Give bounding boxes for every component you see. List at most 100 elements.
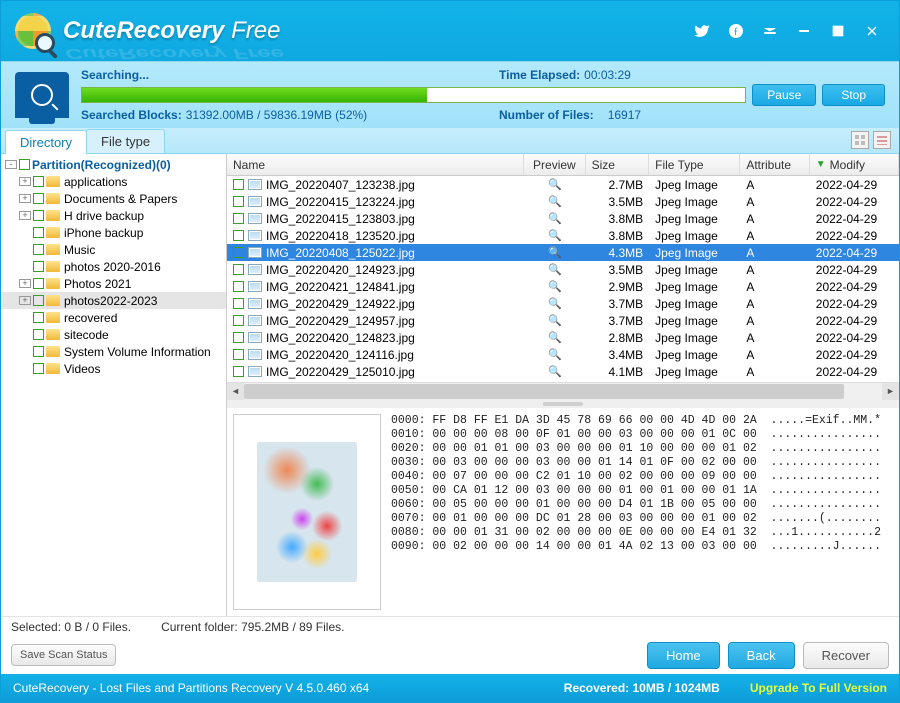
twitter-icon[interactable] xyxy=(685,14,719,48)
tree-item[interactable]: Videos xyxy=(1,360,226,377)
col-size[interactable]: Size xyxy=(586,154,649,175)
preview-icon[interactable]: 🔍 xyxy=(548,178,562,191)
tree-item[interactable]: recovered xyxy=(1,309,226,326)
collapse-icon[interactable] xyxy=(19,364,31,373)
file-checkbox[interactable] xyxy=(233,298,244,309)
file-checkbox[interactable] xyxy=(233,349,244,360)
collapse-icon[interactable] xyxy=(19,347,31,356)
preview-icon[interactable]: 🔍 xyxy=(548,331,562,344)
expand-icon[interactable]: + xyxy=(19,211,31,220)
tree-item[interactable]: +Photos 2021 xyxy=(1,275,226,292)
tab-file-type[interactable]: File type xyxy=(86,129,165,153)
tree-item[interactable]: +Documents & Papers xyxy=(1,190,226,207)
file-row[interactable]: IMG_20220415_123224.jpg🔍3.5MBJpeg ImageA… xyxy=(227,193,899,210)
tree-checkbox[interactable] xyxy=(33,329,44,340)
file-checkbox[interactable] xyxy=(233,179,244,190)
view-list-icon[interactable] xyxy=(873,131,891,149)
tree-item[interactable]: +photos2022-2023 xyxy=(1,292,226,309)
file-list-body[interactable]: IMG_20220407_123238.jpg🔍2.7MBJpeg ImageA… xyxy=(227,176,899,382)
file-checkbox[interactable] xyxy=(233,230,244,241)
file-checkbox[interactable] xyxy=(233,366,244,377)
file-checkbox[interactable] xyxy=(233,247,244,258)
col-file-type[interactable]: File Type xyxy=(649,154,740,175)
tree-checkbox[interactable] xyxy=(33,312,44,323)
tree-checkbox[interactable] xyxy=(33,176,44,187)
splitter-handle[interactable] xyxy=(227,400,899,408)
dropdown-icon[interactable] xyxy=(753,14,787,48)
col-attribute[interactable]: Attribute xyxy=(740,154,809,175)
close-icon[interactable] xyxy=(855,14,889,48)
preview-icon[interactable]: 🔍 xyxy=(548,229,562,242)
preview-icon[interactable]: 🔍 xyxy=(548,314,562,327)
tree-checkbox[interactable] xyxy=(33,261,44,272)
preview-icon[interactable]: 🔍 xyxy=(548,246,562,259)
tree-checkbox[interactable] xyxy=(33,193,44,204)
save-scan-status-button[interactable]: Save Scan Status xyxy=(11,644,116,666)
preview-icon[interactable]: 🔍 xyxy=(548,280,562,293)
tree-item[interactable]: iPhone backup xyxy=(1,224,226,241)
file-row[interactable]: IMG_20220407_123238.jpg🔍2.7MBJpeg ImageA… xyxy=(227,176,899,193)
file-row[interactable]: IMG_20220415_123803.jpg🔍3.8MBJpeg ImageA… xyxy=(227,210,899,227)
file-row[interactable]: IMG_20220429_125010.jpg🔍4.1MBJpeg ImageA… xyxy=(227,363,899,380)
col-preview[interactable]: Preview xyxy=(524,154,586,175)
minimize-icon[interactable] xyxy=(787,14,821,48)
file-row[interactable]: IMG_20220408_125022.jpg🔍4.3MBJpeg ImageA… xyxy=(227,244,899,261)
view-grid-icon[interactable] xyxy=(851,131,869,149)
facebook-icon[interactable] xyxy=(719,14,753,48)
preview-icon[interactable]: 🔍 xyxy=(548,348,562,361)
home-button[interactable]: Home xyxy=(647,642,720,669)
file-row[interactable]: IMG_20220429_124922.jpg🔍3.7MBJpeg ImageA… xyxy=(227,295,899,312)
tree-item[interactable]: System Volume Information xyxy=(1,343,226,360)
collapse-icon[interactable] xyxy=(19,228,31,237)
collapse-icon[interactable] xyxy=(19,262,31,271)
tree-item[interactable]: sitecode xyxy=(1,326,226,343)
expand-icon[interactable]: + xyxy=(19,296,31,305)
preview-icon[interactable]: 🔍 xyxy=(548,297,562,310)
col-modify[interactable]: ▼Modify xyxy=(810,154,899,175)
preview-icon[interactable]: 🔍 xyxy=(548,195,562,208)
tree-checkbox[interactable] xyxy=(33,227,44,238)
scroll-left-icon[interactable]: ◄ xyxy=(227,383,244,400)
expand-icon[interactable]: + xyxy=(19,194,31,203)
collapse-icon[interactable] xyxy=(19,330,31,339)
scroll-right-icon[interactable]: ► xyxy=(882,383,899,400)
file-row[interactable]: IMG_20220418_123520.jpg🔍3.8MBJpeg ImageA… xyxy=(227,227,899,244)
file-checkbox[interactable] xyxy=(233,196,244,207)
maximize-icon[interactable] xyxy=(821,14,855,48)
upgrade-link[interactable]: Upgrade To Full Version xyxy=(750,681,887,695)
tree-root[interactable]: - Partition(Recognized)(0) xyxy=(1,156,226,173)
file-row[interactable]: IMG_20220421_124841.jpg🔍2.9MBJpeg ImageA… xyxy=(227,278,899,295)
file-row[interactable]: IMG_20220420_124823.jpg🔍2.8MBJpeg ImageA… xyxy=(227,329,899,346)
file-checkbox[interactable] xyxy=(233,315,244,326)
col-name[interactable]: Name xyxy=(227,154,524,175)
tree-item[interactable]: Music xyxy=(1,241,226,258)
file-checkbox[interactable] xyxy=(233,264,244,275)
horizontal-scrollbar[interactable]: ◄ ► xyxy=(227,382,899,399)
hex-dump[interactable]: 0000: FF D8 FF E1 DA 3D 45 78 69 66 00 0… xyxy=(391,414,895,610)
tree-checkbox[interactable] xyxy=(19,159,30,170)
file-row[interactable]: IMG_20220429_124957.jpg🔍3.7MBJpeg ImageA… xyxy=(227,312,899,329)
tree-checkbox[interactable] xyxy=(33,295,44,306)
stop-button[interactable]: Stop xyxy=(822,84,885,106)
scroll-thumb[interactable] xyxy=(244,384,844,399)
back-button[interactable]: Back xyxy=(728,642,795,669)
tab-directory[interactable]: Directory xyxy=(5,130,87,154)
preview-icon[interactable]: 🔍 xyxy=(548,263,562,276)
recover-button[interactable]: Recover xyxy=(803,642,889,669)
collapse-icon[interactable] xyxy=(19,313,31,322)
expand-icon[interactable]: + xyxy=(19,177,31,186)
tree-item[interactable]: photos 2020-2016 xyxy=(1,258,226,275)
tree-checkbox[interactable] xyxy=(33,278,44,289)
expand-icon[interactable]: + xyxy=(19,279,31,288)
preview-icon[interactable]: 🔍 xyxy=(548,212,562,225)
preview-icon[interactable]: 🔍 xyxy=(548,365,562,378)
tree-item[interactable]: +applications xyxy=(1,173,226,190)
collapse-icon[interactable]: - xyxy=(5,160,17,169)
directory-tree[interactable]: - Partition(Recognized)(0) +applications… xyxy=(1,154,227,616)
collapse-icon[interactable] xyxy=(19,245,31,254)
file-checkbox[interactable] xyxy=(233,281,244,292)
file-row[interactable]: IMG_20220420_124116.jpg🔍3.4MBJpeg ImageA… xyxy=(227,346,899,363)
tree-checkbox[interactable] xyxy=(33,346,44,357)
file-row[interactable]: IMG_20220420_124923.jpg🔍3.5MBJpeg ImageA… xyxy=(227,261,899,278)
file-checkbox[interactable] xyxy=(233,213,244,224)
